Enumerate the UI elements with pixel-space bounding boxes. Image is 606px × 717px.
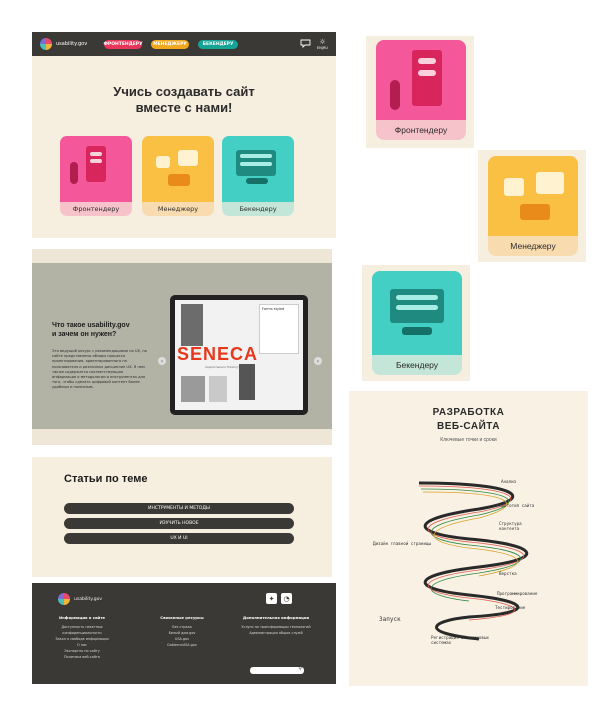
frontend-illustration <box>60 136 132 202</box>
manager-illustration <box>142 136 214 202</box>
footer-link[interactable]: Доступность пакетных конфиденциальности <box>46 624 118 636</box>
site-header: usability.gov ФРОНТЕНДЕРУ МЕНЕДЖЕРУ БЕКЕ… <box>32 32 336 56</box>
footer-col-more-info: Дополнительная информация Услуги по тран… <box>236 615 316 636</box>
roadmap-label-prototype: Прототип сайта <box>499 503 535 508</box>
articles-section: Статьи по теме ИНСТРУМЕНТЫ И МЕТОДЫ ИЗУЧ… <box>32 457 332 577</box>
footer-link[interactable]: GobiernoUSA.gov <box>150 642 214 648</box>
roadmap-label-launch: Запуск <box>379 616 401 623</box>
learn-new-button[interactable]: ИЗУЧИТЬ НОВОЕ <box>64 518 294 529</box>
side-card-manager-label: Менеджеру <box>510 241 556 251</box>
search-icon[interactable]: ⚲ <box>298 666 302 672</box>
footer-col-site-info: Информация о сайте Доступность пакетных … <box>46 615 118 660</box>
carousel-prev-button[interactable]: ‹ <box>158 357 166 365</box>
side-card-backend-panel: Бекендеру <box>362 265 470 381</box>
rss-icon[interactable]: ◔ <box>281 593 292 604</box>
footer-col2-title: Связанные ресурсы <box>160 615 204 620</box>
card-manager-label: Менеджеру <box>157 205 199 213</box>
side-card-backend-label: Бекендеру <box>395 360 439 370</box>
about-title-line2: и зачем он нужен? <box>52 331 117 338</box>
twitter-icon[interactable]: ✦ <box>266 593 277 604</box>
footer-link[interactable]: Администрация общих служб <box>236 630 316 636</box>
backend-illustration-large <box>372 271 462 355</box>
manager-illustration-large <box>488 156 578 236</box>
about-title-line1: Что такое usability.gov <box>52 322 130 329</box>
side-card-frontend-label: Фронтендеру <box>394 125 448 135</box>
roadmap-label-markup: Верстка <box>499 571 517 576</box>
footer-search-input[interactable]: ⚲ <box>250 666 304 674</box>
roadmap-label-testing: Тестирование <box>495 605 526 610</box>
footer-col-resources: Связанные ресурсы Без страха Белый дом.g… <box>150 615 214 648</box>
footer-col1-title: Информация о сайте <box>59 615 105 620</box>
about-title: Что такое usability.gov и зачем он нужен… <box>52 321 130 339</box>
roadmap-label-registration: Регистрация в поисковых системах <box>431 635 489 645</box>
logo-text[interactable]: usability.gov <box>56 41 96 47</box>
form-card: Forms styled <box>259 304 299 354</box>
hero-title-line1: Учись создавать сайт <box>113 84 255 99</box>
theme-sun-icon[interactable]: ☼ <box>319 38 325 46</box>
side-card-manager[interactable]: Менеджеру <box>488 156 578 256</box>
side-card-manager-panel: Менеджеру <box>478 150 586 262</box>
side-card-frontend-panel: Фронтендеру <box>366 36 474 148</box>
about-text: Это ведущий ресурс с рекомендациями по U… <box>52 349 147 390</box>
site-footer: usability.gov ✦ ◔ Информация о сайте Дос… <box>32 583 336 684</box>
about-panel: Что такое usability.gov и зачем он нужен… <box>32 263 332 429</box>
card-frontend-label: Фронтендеру <box>72 205 120 213</box>
thumb-photo-1 <box>181 376 205 402</box>
thumb-photo-2 <box>209 376 227 402</box>
roadmap-label-analysis: Анализ <box>501 479 517 484</box>
chat-icon[interactable] <box>300 39 311 50</box>
seneca-brand: SENECA <box>177 344 259 364</box>
frontend-illustration-large <box>376 40 466 120</box>
card-frontend[interactable]: Фронтендеру <box>60 136 132 216</box>
hero-section: Учись создавать сайт вместе с нами! Фрон… <box>32 56 336 238</box>
roadmap-label-programming: Программирование <box>497 591 538 596</box>
nav-backend-button[interactable]: БЕКЕНДЕРУ <box>198 39 238 49</box>
footer-link[interactable]: Политика веб-сайта <box>46 654 118 660</box>
nav-frontend-button[interactable]: ФРОНТЕНДЕРУ <box>103 39 143 49</box>
tablet-mockup: Forms styled SENECA Inspired Seneca Thin… <box>170 295 308 415</box>
roadmap-label-homepage: Дизайн главной страницы <box>373 541 431 546</box>
hero-title: Учись создавать сайт вместе с нами! <box>32 84 336 116</box>
backend-illustration <box>222 136 294 202</box>
language-switch[interactable]: EN|RU <box>317 46 328 50</box>
tablet-screen: Forms styled SENECA Inspired Seneca Thin… <box>175 300 303 410</box>
about-section: Что такое usability.gov и зачем он нужен… <box>32 249 332 445</box>
hero-title-line2: вместе с нами! <box>135 100 233 115</box>
model-photo <box>181 304 203 346</box>
footer-col3-title: Дополнительная информация <box>242 615 310 620</box>
ux-ui-button[interactable]: UX И UI <box>64 533 294 544</box>
side-card-frontend[interactable]: Фронтендеру <box>376 40 466 140</box>
carousel-next-button[interactable]: › <box>314 357 322 365</box>
footer-logo-icon[interactable] <box>58 593 70 605</box>
thumb-photo-3 <box>239 364 255 400</box>
card-backend[interactable]: Бекендеру <box>222 136 294 216</box>
articles-title: Статьи по теме <box>64 473 148 485</box>
form-caption: Forms styled <box>262 307 285 311</box>
card-backend-label: Бекендеру <box>239 205 277 213</box>
card-manager[interactable]: Менеджеру <box>142 136 214 216</box>
footer-logo-text[interactable]: usability.gov <box>74 597 102 602</box>
roadmap-label-content: Структура контента <box>499 521 522 531</box>
nav-manager-button[interactable]: МЕНЕДЖЕРУ <box>151 39 189 49</box>
tools-methods-button[interactable]: ИНСТРУМЕНТЫ И МЕТОДЫ <box>64 503 294 514</box>
roadmap-poster: РАЗРАБОТКА ВЕБ-САЙТА Ключевые точки и ср… <box>349 391 588 686</box>
side-card-backend[interactable]: Бекендеру <box>372 271 462 375</box>
logo-icon[interactable] <box>40 38 52 50</box>
